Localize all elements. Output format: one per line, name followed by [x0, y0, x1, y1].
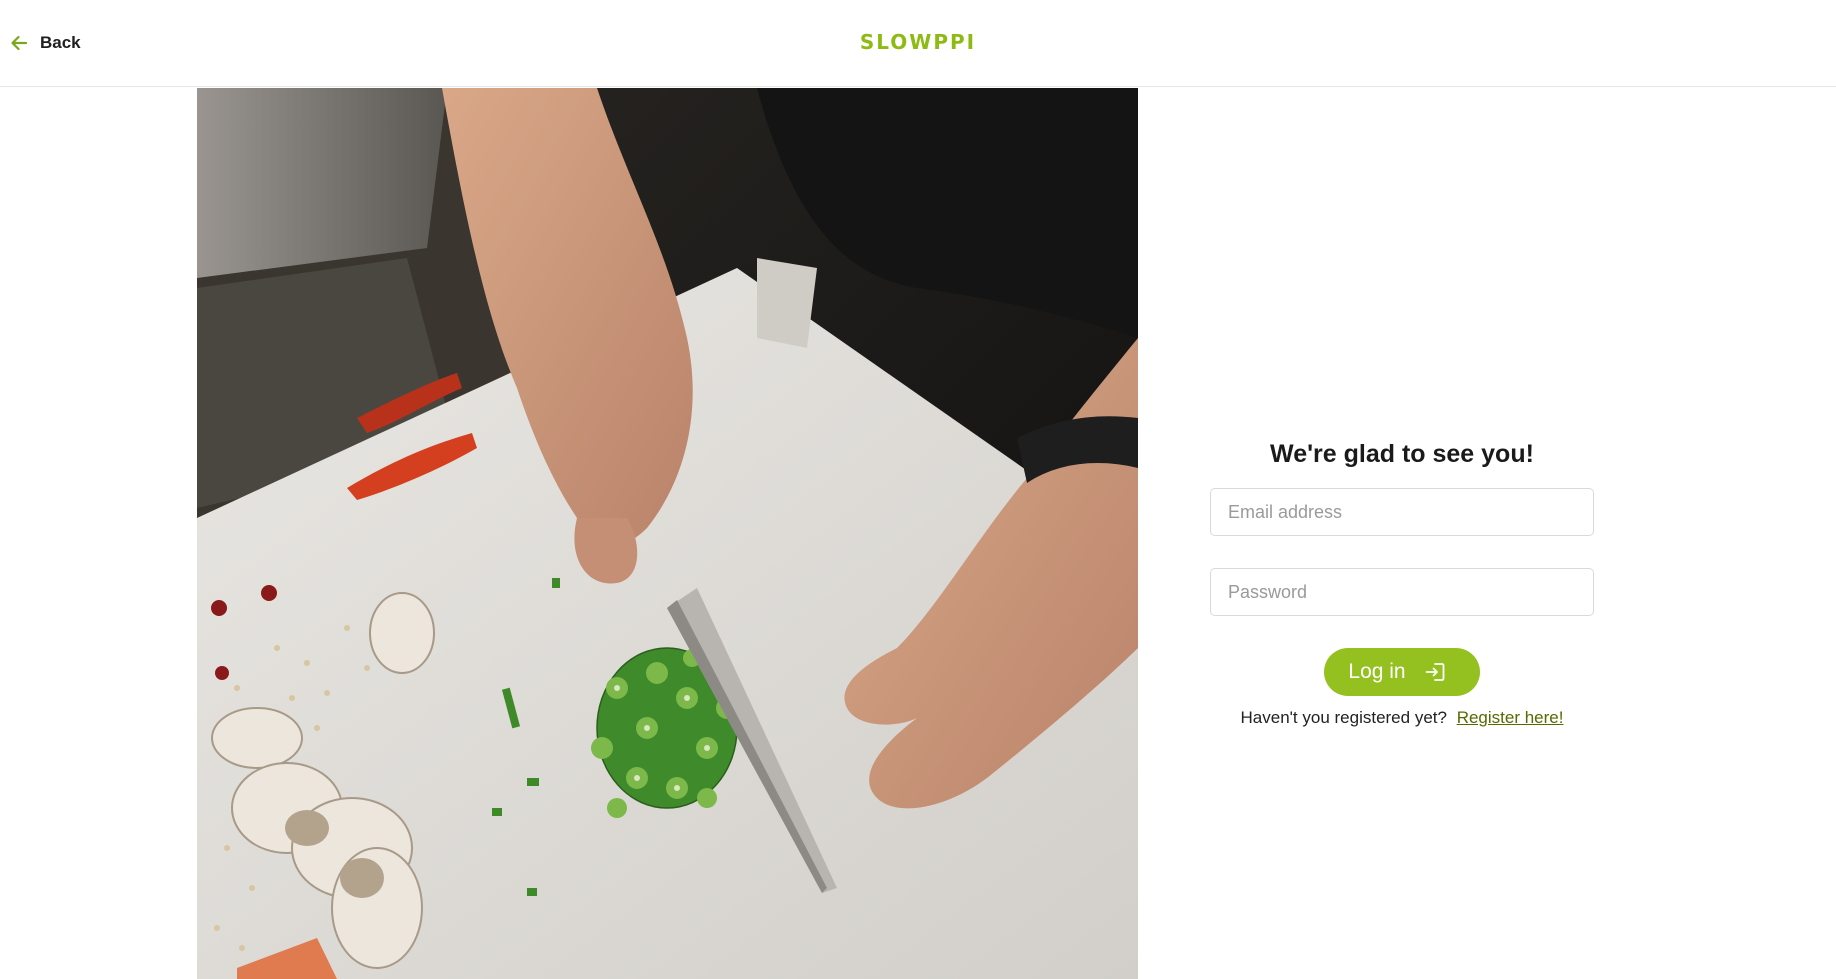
register-prompt: Haven't you registered yet? — [1240, 708, 1447, 727]
login-panel: We're glad to see you! Log in Haven't yo… — [1210, 432, 1594, 728]
login-title: We're glad to see you! — [1270, 440, 1534, 468]
password-input[interactable] — [1210, 568, 1594, 616]
logo-text: SLOWPPI — [859, 30, 977, 54]
hero-image — [197, 88, 1138, 979]
login-button[interactable]: Log in — [1324, 648, 1480, 696]
chef-cutting-vegetables-photo — [197, 88, 1138, 979]
login-button-label: Log in — [1348, 660, 1406, 683]
brand-logo[interactable]: SLOWPPI — [0, 30, 1836, 54]
submit-row: Log in — [1210, 648, 1594, 696]
email-input[interactable] — [1210, 488, 1594, 536]
login-icon — [1424, 661, 1446, 683]
register-link[interactable]: Register here! — [1457, 708, 1564, 727]
top-bar: Back SLOWPPI — [0, 0, 1836, 87]
register-row: Haven't you registered yet? Register her… — [1210, 708, 1594, 728]
